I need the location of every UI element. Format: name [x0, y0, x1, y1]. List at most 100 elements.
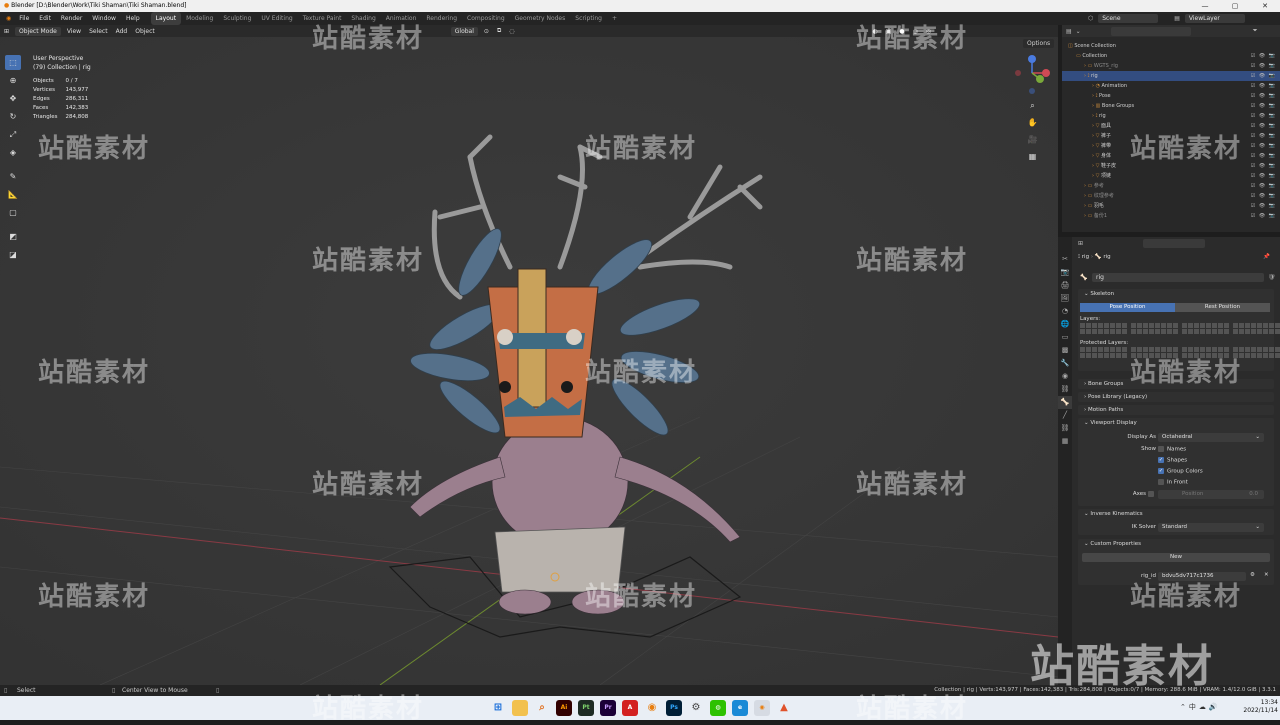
layer-toggle[interactable]	[1122, 347, 1127, 352]
layer-toggle[interactable]	[1206, 329, 1211, 334]
tab-rendering[interactable]: Rendering	[421, 12, 462, 25]
tab-texture-paint[interactable]: Texture Paint	[298, 12, 347, 25]
layer-toggle[interactable]	[1269, 347, 1274, 352]
layer-toggle[interactable]	[1218, 353, 1223, 358]
rest-position-button[interactable]: Rest Position	[1175, 303, 1270, 312]
layer-toggle[interactable]	[1155, 347, 1160, 352]
layer-toggle[interactable]	[1167, 353, 1172, 358]
collection-tab-icon[interactable]: ▭	[1058, 331, 1072, 344]
fake-user-icon[interactable]: 🛡	[1268, 274, 1276, 281]
layer-toggle[interactable]	[1098, 353, 1103, 358]
visibility-toggle-icon[interactable]: ☑ 👁 📷	[1251, 171, 1276, 181]
layer-toggle[interactable]	[1251, 347, 1256, 352]
custom-prop-value-field[interactable]: bdvu5dv717c1736	[1158, 572, 1246, 581]
layer-toggle[interactable]	[1092, 329, 1097, 334]
layer-toggle[interactable]	[1269, 329, 1274, 334]
filter-icon[interactable]: ⌄	[1076, 28, 1081, 35]
layer-toggle[interactable]	[1182, 353, 1187, 358]
layer-toggle[interactable]	[1245, 323, 1250, 328]
display-as-dropdown[interactable]: Octahedral ⌄	[1158, 433, 1264, 442]
layer-toggle[interactable]	[1206, 347, 1211, 352]
layer-toggle[interactable]	[1257, 323, 1262, 328]
layer-toggle[interactable]	[1155, 329, 1160, 334]
menu-render[interactable]: Render	[56, 12, 87, 25]
visibility-toggle-icon[interactable]: ☑ 👁 📷	[1251, 101, 1276, 111]
menu-add[interactable]: Add	[112, 28, 132, 35]
layer-toggle[interactable]	[1182, 329, 1187, 334]
tiki-mask[interactable]	[487, 268, 599, 438]
layer-toggle[interactable]	[1131, 323, 1136, 328]
bone-tool-icon[interactable]: ◩	[5, 229, 21, 244]
pose-library-panel-header[interactable]: › Pose Library (Legacy)	[1078, 392, 1274, 402]
wechat-icon[interactable]: ◍	[710, 700, 726, 716]
outliner-row[interactable]: › ▭ 参考 ☑ 👁 📷	[1062, 181, 1280, 191]
maximize-button[interactable]: ▢	[1220, 0, 1250, 12]
outliner-row[interactable]: › ▽ 裤子 ☑ 👁 📷	[1062, 131, 1280, 141]
outliner-editor-icon[interactable]: ▤	[1066, 28, 1072, 35]
layer-toggle[interactable]	[1116, 323, 1121, 328]
layer-toggle[interactable]	[1257, 353, 1262, 358]
tab-compositing[interactable]: Compositing	[462, 12, 510, 25]
outliner-row[interactable]: › ⟟ Pose ☑ 👁 📷	[1062, 91, 1280, 101]
layer-toggle[interactable]	[1263, 323, 1268, 328]
properties-editor-icon[interactable]: ⊞	[1078, 240, 1083, 247]
layer-toggle[interactable]	[1200, 347, 1205, 352]
layer-toggle[interactable]	[1182, 347, 1187, 352]
pants-mesh[interactable]	[494, 526, 626, 593]
protected-layers-grid[interactable]	[1078, 347, 1280, 358]
visibility-toggle-icon[interactable]: ☑ 👁 📷	[1251, 71, 1276, 81]
outliner-search-input[interactable]	[1110, 26, 1191, 36]
skeleton-panel-header[interactable]: ⌄ Skeleton	[1078, 289, 1274, 299]
illustrator-icon[interactable]: Ai	[556, 700, 572, 716]
visibility-toggle-icon[interactable]: ☑ 👁 📷	[1251, 201, 1276, 211]
layer-toggle[interactable]	[1251, 353, 1256, 358]
layer-toggle[interactable]	[1161, 353, 1166, 358]
outliner-row[interactable]: › ▭ 纹理参考 ☑ 👁 📷	[1062, 191, 1280, 201]
layer-toggle[interactable]	[1149, 347, 1154, 352]
layer-toggle[interactable]	[1239, 323, 1244, 328]
premiere-icon[interactable]: Pr	[600, 700, 616, 716]
shapes-checkbox[interactable]: ✓ Shapes	[1158, 457, 1187, 464]
tool-tab-icon[interactable]: ✂	[1058, 253, 1072, 266]
layer-toggle[interactable]	[1167, 329, 1172, 334]
layer-toggle[interactable]	[1122, 323, 1127, 328]
windows-start-icon[interactable]: ⊞	[490, 700, 506, 716]
layer-toggle[interactable]	[1167, 347, 1172, 352]
output-tab-icon[interactable]: 🖨	[1058, 279, 1072, 292]
visibility-toggle-icon[interactable]: ☑ 👁 📷	[1251, 51, 1276, 61]
layer-toggle[interactable]	[1080, 347, 1085, 352]
remove-property-icon[interactable]: ✕	[1264, 572, 1269, 578]
scale-tool-icon[interactable]: ⤢	[5, 127, 21, 142]
bone-constraint-tab-icon[interactable]: ⛓	[1058, 422, 1072, 435]
layer-toggle[interactable]	[1143, 323, 1148, 328]
layer-toggle[interactable]	[1233, 353, 1238, 358]
menu-select[interactable]: Select	[85, 28, 112, 35]
layer-toggle[interactable]	[1080, 323, 1085, 328]
rotate-tool-icon[interactable]: ↻	[5, 109, 21, 124]
layer-toggle[interactable]	[1194, 353, 1199, 358]
new-property-button[interactable]: New	[1082, 553, 1270, 562]
minimize-button[interactable]: —	[1190, 0, 1220, 12]
layer-toggle[interactable]	[1080, 353, 1085, 358]
pan-hand-icon[interactable]: ✋	[1027, 118, 1039, 130]
extrude-tool-icon[interactable]: ◪	[5, 247, 21, 262]
shading-material-icon[interactable]: ◍	[909, 28, 922, 35]
funnel-icon[interactable]: ⏷	[1253, 27, 1258, 35]
layer-toggle[interactable]	[1131, 347, 1136, 352]
layer-toggle[interactable]	[1245, 347, 1250, 352]
visibility-toggle-icon[interactable]: ☑ 👁 📷	[1251, 181, 1276, 191]
outliner-row[interactable]: › ▽ 身体 ☑ 👁 📷	[1062, 151, 1280, 161]
layer-toggle[interactable]	[1149, 323, 1154, 328]
layer-toggle[interactable]	[1137, 347, 1142, 352]
mode-selector[interactable]: Object Mode	[15, 26, 61, 36]
layer-toggle[interactable]	[1149, 353, 1154, 358]
layer-toggle[interactable]	[1194, 347, 1199, 352]
layer-toggle[interactable]	[1173, 353, 1178, 358]
shading-solid-icon[interactable]: ●	[895, 28, 908, 35]
world-tab-icon[interactable]: 🌐	[1058, 318, 1072, 331]
menu-help[interactable]: Help	[121, 12, 145, 25]
layer-toggle[interactable]	[1233, 323, 1238, 328]
texture-tab-icon[interactable]: ▦	[1058, 435, 1072, 448]
pivot-icon[interactable]: ⊙	[480, 28, 493, 35]
proportional-edit-icon[interactable]: ◌	[505, 28, 518, 35]
